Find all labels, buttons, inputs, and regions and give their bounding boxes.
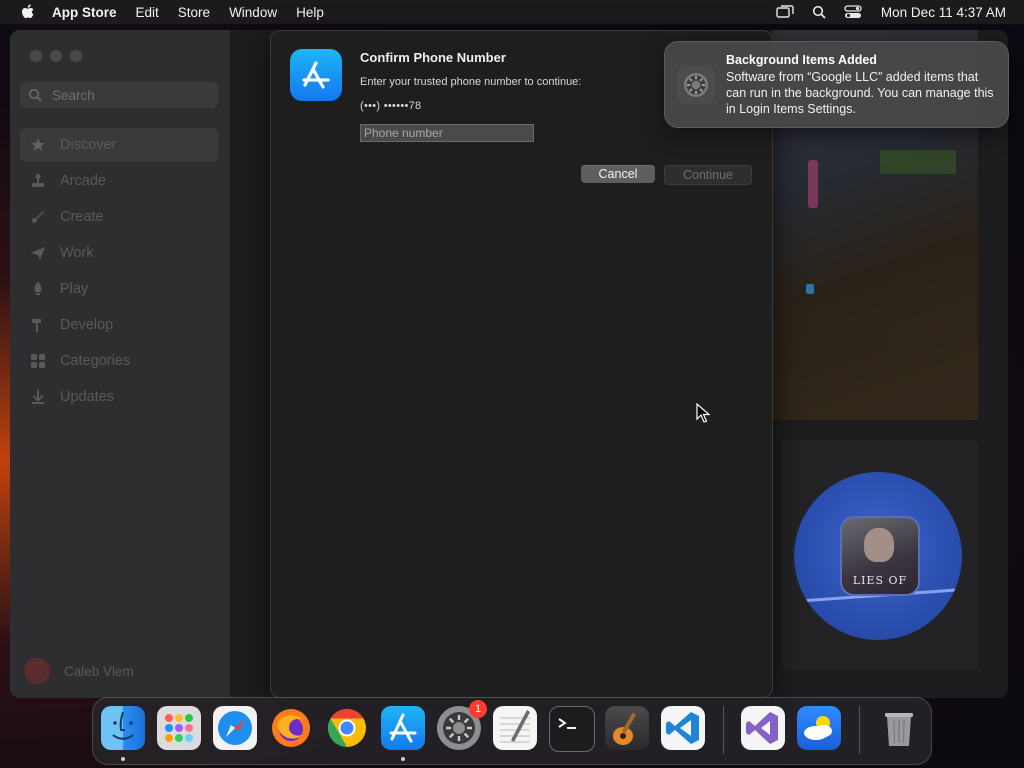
account-button[interactable]: Caleb Vlem <box>24 658 134 684</box>
running-indicator <box>401 757 405 761</box>
dialog-title: Confirm Phone Number <box>360 50 506 65</box>
dock: 1 <box>92 697 932 765</box>
visual-studio-icon[interactable] <box>741 706 785 750</box>
sidebar-item-label: Discover <box>60 137 117 153</box>
dock-separator <box>723 706 724 754</box>
dialog-subtitle: Enter your trusted phone number to conti… <box>360 76 582 88</box>
sidebar-item-updates[interactable]: Updates <box>20 380 218 414</box>
chrome-icon[interactable] <box>325 706 369 750</box>
app-store-icon <box>290 49 342 101</box>
spotlight-search-icon[interactable] <box>809 4 829 20</box>
menu-bar: App Store Edit Store Window Help Mon Dec… <box>0 0 1024 24</box>
trash-icon[interactable] <box>877 706 921 750</box>
garageband-icon[interactable] <box>605 706 649 750</box>
running-indicator <box>121 757 125 761</box>
sidebar-item-categories[interactable]: Categories <box>20 344 218 378</box>
game-artwork: LIES OF <box>794 472 962 640</box>
apple-menu-icon[interactable] <box>18 2 38 22</box>
terminal-icon[interactable] <box>549 706 595 752</box>
sidebar-item-label: Play <box>60 281 89 297</box>
download-icon <box>32 390 44 404</box>
finder-icon[interactable] <box>101 706 145 750</box>
menu-app-name[interactable]: App Store <box>52 5 117 20</box>
game-app-icon[interactable]: LIES OF <box>840 516 920 596</box>
sidebar-item-work[interactable]: Work <box>20 236 218 270</box>
textedit-icon[interactable] <box>493 706 537 750</box>
sidebar-item-discover[interactable]: Discover <box>20 128 218 162</box>
continue-button[interactable]: Continue <box>664 165 752 185</box>
sidebar-item-label: Develop <box>60 317 114 333</box>
masked-phone-number: (•••) ••••••78 <box>360 100 422 112</box>
sidebar-item-create[interactable]: Create <box>20 200 218 234</box>
firefox-icon[interactable] <box>269 706 313 750</box>
star-icon <box>31 138 45 151</box>
system-settings-icon[interactable]: 1 <box>437 700 487 750</box>
menu-help[interactable]: Help <box>296 5 324 20</box>
neon-sign-decoration <box>806 284 814 294</box>
sidebar-item-arcade[interactable]: Arcade <box>20 164 218 198</box>
menu-bar-clock[interactable]: Mon Dec 11 4:37 AM <box>881 5 1006 20</box>
vscode-icon[interactable] <box>661 706 705 750</box>
search-input[interactable] <box>50 86 204 104</box>
notification-title: Background Items Added <box>726 53 877 67</box>
game-icon-title: LIES OF <box>852 574 908 587</box>
neon-sign-decoration <box>808 160 818 208</box>
hammer-icon <box>32 319 41 332</box>
avatar <box>24 658 50 684</box>
menu-edit[interactable]: Edit <box>136 5 159 20</box>
menu-store[interactable]: Store <box>178 5 210 20</box>
zoom-window-button[interactable] <box>70 50 82 62</box>
phone-number-input[interactable] <box>360 124 534 142</box>
account-name: Caleb Vlem <box>64 663 134 679</box>
neon-sign-decoration <box>880 150 956 174</box>
weather-icon[interactable] <box>797 706 841 750</box>
search-icon <box>28 88 42 102</box>
control-center-icon[interactable] <box>843 4 863 20</box>
mouse-cursor-icon <box>696 403 710 423</box>
sidebar-item-label: Categories <box>60 353 131 369</box>
rocket-icon <box>34 282 42 295</box>
sidebar: Discover Arcade Create Work Play Develop… <box>10 30 230 698</box>
background-items-notification[interactable]: Background Items Added Software from “Go… <box>664 41 1009 128</box>
featured-game-card[interactable]: LIES OF <box>782 440 978 670</box>
sidebar-item-develop[interactable]: Develop <box>20 308 218 342</box>
sidebar-item-play[interactable]: Play <box>20 272 218 306</box>
dock-separator <box>859 706 860 754</box>
sidebar-search[interactable] <box>20 82 218 108</box>
menu-window[interactable]: Window <box>229 5 277 20</box>
brush-icon <box>32 211 44 223</box>
launchpad-icon[interactable] <box>157 706 201 750</box>
sidebar-item-label: Work <box>60 245 94 261</box>
safari-icon[interactable] <box>213 706 257 750</box>
minimize-window-button[interactable] <box>50 50 62 62</box>
app-store-icon[interactable] <box>381 706 425 750</box>
joystick-icon <box>32 174 44 187</box>
screen-mirroring-icon[interactable] <box>775 4 795 20</box>
gear-icon <box>677 66 715 104</box>
sidebar-item-label: Updates <box>60 389 115 405</box>
grid-icon <box>31 354 45 368</box>
confirm-phone-sheet: Confirm Phone Number Enter your trusted … <box>270 30 773 698</box>
sidebar-item-label: Arcade <box>60 173 106 189</box>
character-face-icon <box>864 528 894 562</box>
notification-badge: 1 <box>469 700 487 718</box>
paperplane-icon <box>31 247 45 260</box>
close-window-button[interactable] <box>30 50 42 62</box>
cancel-button[interactable]: Cancel <box>581 165 655 183</box>
notification-body: Software from “Google LLC” added items t… <box>726 70 994 116</box>
sidebar-item-label: Create <box>60 209 104 225</box>
